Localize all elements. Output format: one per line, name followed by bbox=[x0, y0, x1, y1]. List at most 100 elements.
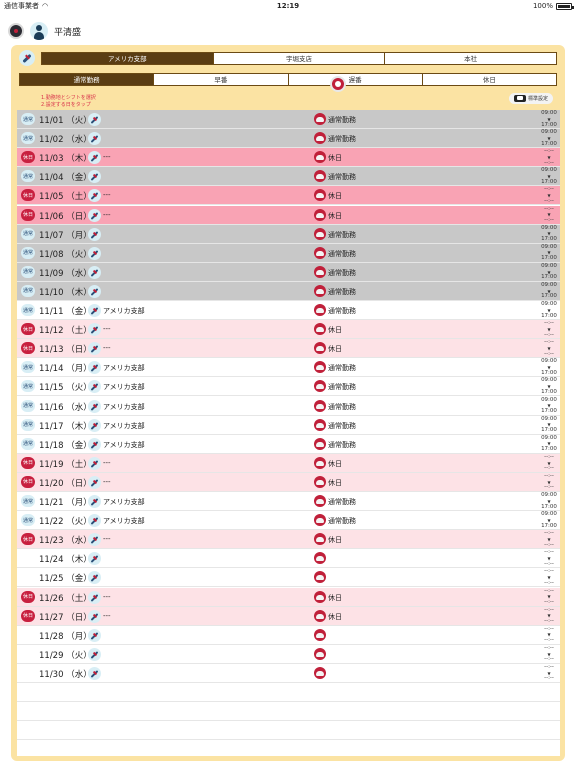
time-range[interactable]: 09:00 ▼ 17:00 bbox=[538, 397, 560, 415]
time-range[interactable]: 09:00 ▼ 17:00 bbox=[538, 301, 560, 319]
time-range[interactable]: --:-- ▼ --:-- bbox=[538, 320, 560, 338]
day-row[interactable]: 11/30 （水） --:-- ▼ --:-- bbox=[17, 663, 560, 683]
place-label: アメリカ支部 bbox=[103, 517, 145, 526]
day-row[interactable]: 通常 11/07 （月） 通常勤務 09:00 ▼ 17:00 bbox=[17, 224, 560, 244]
time-range[interactable]: 09:00 ▼ 17:00 bbox=[538, 167, 560, 185]
place-icon bbox=[88, 246, 101, 260]
battery-icon bbox=[555, 2, 574, 10]
day-type-badge: 休日 bbox=[21, 151, 35, 164]
time-start: --:-- bbox=[544, 549, 554, 556]
day-row[interactable]: 休日 11/27 （日） --- 休日 --:-- ▼ --:-- bbox=[17, 606, 560, 626]
branch-tab-0[interactable]: アメリカ支部 bbox=[42, 52, 214, 64]
time-range[interactable]: 09:00 ▼ 17:00 bbox=[538, 492, 560, 510]
time-range[interactable]: --:-- ▼ --:-- bbox=[538, 549, 560, 567]
time-range[interactable]: --:-- ▼ --:-- bbox=[538, 473, 560, 491]
time-range[interactable]: --:-- ▼ --:-- bbox=[538, 339, 560, 357]
time-start: 09:00 bbox=[541, 224, 557, 231]
day-row[interactable]: 休日 11/23 （水） --- 休日 --:-- ▼ --:-- bbox=[17, 530, 560, 550]
day-row[interactable]: 休日 11/20 （日） --- 休日 --:-- ▼ --:-- bbox=[17, 472, 560, 492]
time-end: 17:00 bbox=[541, 140, 557, 147]
day-row[interactable]: 通常 11/16 （水） アメリカ支部 通常勤務 09:00 ▼ 17:00 bbox=[17, 396, 560, 416]
time-range[interactable]: 09:00 ▼ 17:00 bbox=[538, 263, 560, 281]
time-range[interactable]: --:-- ▼ --:-- bbox=[538, 645, 560, 663]
shift-tab-2[interactable]: 遅番 bbox=[289, 73, 423, 85]
branch-tab-1[interactable]: 宇堀支店 bbox=[214, 52, 386, 64]
shift-type-icon bbox=[314, 208, 326, 221]
day-row[interactable]: 通常 11/17 （木） アメリカ支部 通常勤務 09:00 ▼ 17:00 bbox=[17, 415, 560, 435]
time-range[interactable]: --:-- ▼ --:-- bbox=[538, 186, 560, 204]
time-range[interactable]: 09:00 ▼ 17:00 bbox=[538, 282, 560, 300]
day-row[interactable]: 11/25 （金） --:-- ▼ --:-- bbox=[17, 568, 560, 588]
day-row[interactable]: 11/24 （木） --:-- ▼ --:-- bbox=[17, 549, 560, 569]
date-label: 11/08 （火） bbox=[39, 249, 92, 260]
day-list[interactable]: 通常 11/01 （火） 通常勤務 09:00 ▼ 17:00 通常 11/02 （水） 通常勤… bbox=[17, 110, 560, 756]
time-range[interactable]: 09:00 ▼ 17:00 bbox=[538, 224, 560, 243]
time-end: --:-- bbox=[544, 599, 554, 606]
shift-tab-3[interactable]: 休日 bbox=[423, 74, 556, 85]
day-row[interactable]: 休日 11/19 （土） --- 休日 --:-- ▼ --:-- bbox=[17, 453, 560, 473]
place-label: --- bbox=[103, 153, 111, 162]
day-type-badge: 通常 bbox=[21, 246, 35, 259]
time-range[interactable]: 09:00 ▼ 17:00 bbox=[538, 244, 560, 262]
time-range[interactable]: --:-- ▼ --:-- bbox=[538, 607, 560, 625]
place-icon bbox=[88, 552, 101, 566]
shift-tab-0[interactable]: 通常勤務 bbox=[20, 73, 155, 85]
date-label: 11/20 （日） bbox=[39, 478, 92, 489]
time-range[interactable]: 09:00 ▼ 17:00 bbox=[538, 435, 560, 453]
date-label: 11/26 （土） bbox=[39, 593, 92, 604]
branch-segmented-control: アメリカ支部 宇堀支店 本社 bbox=[41, 51, 557, 65]
time-range[interactable]: 09:00 ▼ 17:00 bbox=[538, 511, 560, 529]
time-range[interactable]: --:-- ▼ --:-- bbox=[538, 530, 560, 548]
day-row[interactable]: 11/28 （月） --:-- ▼ --:-- bbox=[17, 625, 560, 645]
shift-label: 休日 bbox=[328, 192, 342, 201]
place-icon bbox=[88, 170, 101, 184]
day-row[interactable]: 11/29 （火） --:-- ▼ --:-- bbox=[17, 644, 560, 664]
time-range[interactable]: 09:00 ▼ 17:00 bbox=[538, 377, 560, 395]
time-range[interactable]: 09:00 ▼ 17:00 bbox=[538, 110, 560, 128]
day-row[interactable]: 通常 11/14 （月） アメリカ支部 通常勤務 09:00 ▼ 17:00 bbox=[17, 358, 560, 378]
time-range[interactable]: --:-- ▼ --:-- bbox=[538, 206, 560, 224]
day-row[interactable]: 休日 11/03 （木） --- 休日 --:-- ▼ --:-- bbox=[17, 148, 560, 168]
day-row[interactable]: 通常 11/21 （月） アメリカ支部 通常勤務 09:00 ▼ 17:00 bbox=[17, 492, 560, 511]
time-range[interactable]: --:-- ▼ --:-- bbox=[538, 664, 560, 682]
time-end: 17:00 bbox=[541, 503, 557, 510]
day-type-badge: 通常 bbox=[21, 227, 35, 240]
shift-tab-1[interactable]: 早番 bbox=[154, 73, 289, 85]
day-row[interactable]: 休日 11/13 （日） --- 休日 --:-- ▼ --:-- bbox=[17, 339, 560, 359]
day-row[interactable]: 通常 11/02 （水） 通常勤務 09:00 ▼ 17:00 bbox=[17, 129, 560, 149]
time-range[interactable]: --:-- ▼ --:-- bbox=[538, 626, 560, 644]
day-row[interactable]: 休日 11/12 （土） --- 休日 --:-- ▼ --:-- bbox=[17, 320, 560, 340]
time-range[interactable]: --:-- ▼ --:-- bbox=[538, 454, 560, 472]
day-row[interactable]: 通常 11/22 （火） アメリカ支部 通常勤務 09:00 ▼ 17:00 bbox=[17, 511, 560, 531]
place-label: --- bbox=[103, 344, 111, 353]
place-icon bbox=[88, 189, 101, 203]
branch-tab-2[interactable]: 本社 bbox=[385, 53, 556, 64]
day-row[interactable]: 休日 11/06 （日） --- 休日 --:-- ▼ --:-- bbox=[17, 205, 560, 225]
day-row[interactable]: 通常 11/15 （火） アメリカ支部 通常勤務 09:00 ▼ 17:00 bbox=[17, 377, 560, 397]
day-row[interactable]: 通常 11/01 （火） 通常勤務 09:00 ▼ 17:00 bbox=[17, 110, 560, 129]
time-range[interactable]: 09:00 ▼ 17:00 bbox=[538, 129, 560, 147]
day-row[interactable]: 休日 11/05 （土） --- 休日 --:-- ▼ --:-- bbox=[17, 186, 560, 206]
place-icon bbox=[88, 380, 101, 394]
place-label: --- bbox=[103, 535, 111, 544]
user-avatar-icon[interactable] bbox=[30, 22, 48, 40]
time-range[interactable]: --:-- ▼ --:-- bbox=[538, 148, 560, 166]
day-row[interactable]: 通常 11/11 （金） アメリカ支部 通常勤務 09:00 ▼ 17:00 bbox=[17, 301, 560, 320]
day-row[interactable]: 通常 11/04 （金） 通常勤務 09:00 ▼ 17:00 bbox=[17, 167, 560, 187]
standard-settings-button[interactable]: 標準設定 bbox=[509, 93, 553, 104]
day-row[interactable]: 通常 11/09 （水） 通常勤務 09:00 ▼ 17:00 bbox=[17, 262, 560, 282]
time-range[interactable]: 09:00 ▼ 17:00 bbox=[538, 358, 560, 376]
day-row[interactable]: 休日 11/26 （土） --- 休日 --:-- ▼ --:-- bbox=[17, 587, 560, 607]
day-row[interactable]: 通常 11/08 （火） 通常勤務 09:00 ▼ 17:00 bbox=[17, 243, 560, 263]
record-icon[interactable] bbox=[8, 23, 24, 39]
day-row[interactable]: 通常 11/10 （木） 通常勤務 09:00 ▼ 17:00 bbox=[17, 281, 560, 301]
day-type-badge: 休日 bbox=[21, 342, 35, 355]
shift-type-icon bbox=[314, 284, 326, 297]
day-row[interactable]: 通常 11/18 （金） アメリカ支部 通常勤務 09:00 ▼ 17:00 bbox=[17, 434, 560, 454]
time-range[interactable]: 09:00 ▼ 17:00 bbox=[538, 416, 560, 434]
place-icon bbox=[88, 495, 101, 508]
shift-type-icon bbox=[314, 323, 326, 336]
time-range[interactable]: --:-- ▼ --:-- bbox=[538, 568, 560, 586]
time-range[interactable]: --:-- ▼ --:-- bbox=[538, 588, 560, 606]
shift-type-icon bbox=[314, 380, 326, 393]
